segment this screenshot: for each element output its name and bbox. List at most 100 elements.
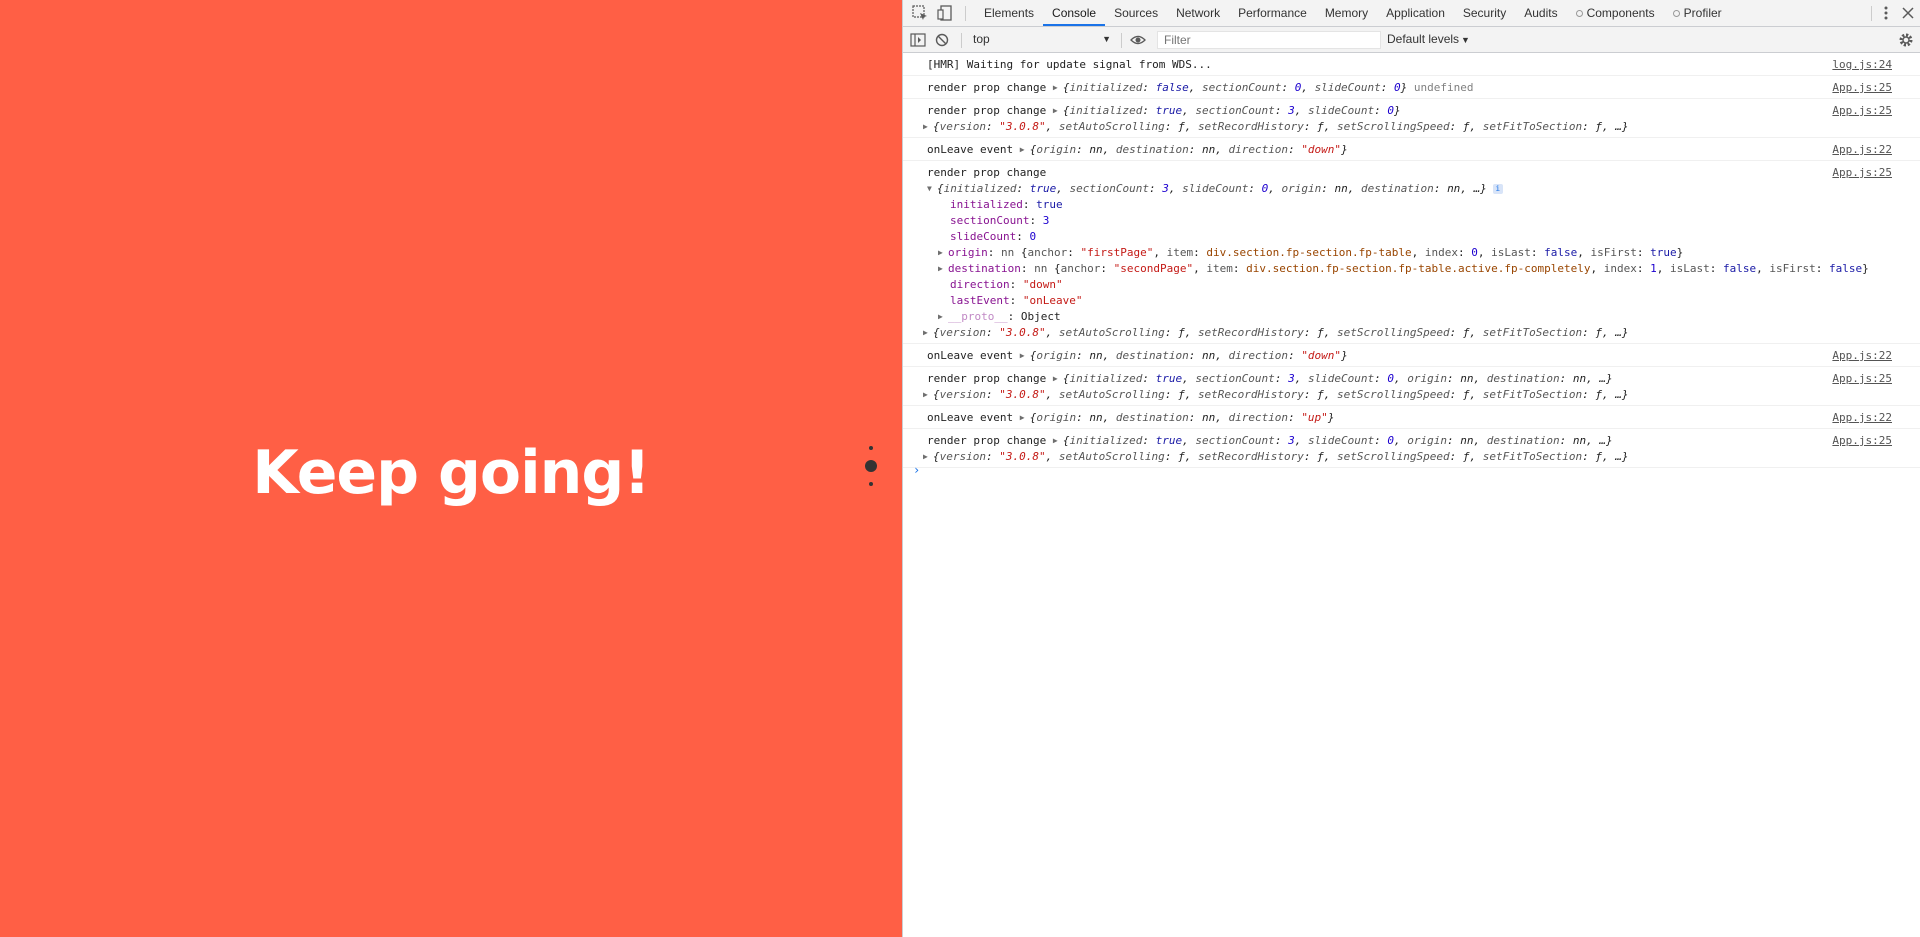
source-link[interactable]: App.js:25	[1832, 165, 1892, 181]
close-icon[interactable]	[1899, 4, 1917, 22]
console-message: onLeave event ▶ {origin: nn, destination:…	[903, 406, 1920, 429]
devtools-tabs: Elements Console Sources Network Perform…	[975, 0, 1731, 26]
caret-down-icon: ▼	[1461, 35, 1470, 45]
message-label: render prop change	[927, 434, 1047, 447]
message-label: render prop change	[927, 104, 1047, 117]
tab-profiler[interactable]: Profiler	[1664, 0, 1731, 26]
devtools-tabbar: Elements Console Sources Network Perform…	[903, 0, 1920, 27]
console-message: render prop change ▶ {initialized: true, …	[903, 99, 1920, 138]
fullpage-nav-dots	[864, 440, 878, 486]
eye-icon[interactable]	[1129, 31, 1147, 49]
property-row: lastEvent: "onLeave"	[950, 294, 1083, 307]
message-label: onLeave event	[927, 143, 1014, 156]
message-label: onLeave event	[927, 411, 1014, 424]
log-levels-dropdown[interactable]: Default levels ▼	[1387, 32, 1470, 46]
property-row-proto[interactable]: ▶ __proto__: Object	[903, 309, 1920, 325]
sidebar-toggle-icon[interactable]	[909, 31, 927, 49]
console-message: render prop change ▶ {initialized: true, …	[903, 429, 1920, 468]
nav-dot-3[interactable]	[869, 482, 873, 486]
device-toolbar-icon[interactable]	[936, 4, 954, 22]
property-row-destination[interactable]: ▶ destination: nn {anchor: "secondPage", …	[903, 261, 1920, 277]
expand-triangle-icon[interactable]: ▶	[923, 119, 933, 135]
console-message: onLeave event ▶ {origin: nn, destination:…	[903, 344, 1920, 367]
log-levels-label: Default levels	[1387, 32, 1460, 46]
message-text: [HMR] Waiting for update signal from WDS…	[927, 58, 1212, 71]
message-label: render prop change	[927, 81, 1047, 94]
fullpage-api-object[interactable]: {version: "3.0.8", setAutoScrolling: ƒ, …	[933, 120, 1628, 133]
object-preview[interactable]: {origin: nn, destination: nn, direction:…	[1030, 349, 1348, 362]
section-headline: Keep going!	[252, 438, 650, 508]
console-message-expanded: render prop change ▼ {initialized: true, …	[903, 161, 1920, 344]
fullpage-api-object[interactable]: {version: "3.0.8", setAutoScrolling: ƒ, …	[933, 388, 1628, 401]
console-toolbar: top ▼ Default levels▼	[903, 27, 1920, 53]
source-link[interactable]: App.js:25	[1832, 371, 1892, 387]
source-link[interactable]: App.js:25	[1832, 103, 1892, 119]
inspect-icon[interactable]	[911, 4, 929, 22]
expand-triangle-icon[interactable]: ▶	[938, 309, 948, 325]
tab-profiler-label: Profiler	[1683, 6, 1722, 20]
message-label: render prop change	[927, 166, 1047, 179]
object-preview[interactable]: {origin: nn, destination: nn, direction:…	[1030, 411, 1335, 424]
object-preview[interactable]: {initialized: false, sectionCount: 0, sl…	[1063, 81, 1407, 94]
clear-console-icon[interactable]	[933, 31, 951, 49]
expand-triangle-icon[interactable]: ▶	[1053, 433, 1063, 449]
object-summary[interactable]: {initialized: true, sectionCount: 3, sli…	[937, 182, 1487, 195]
property-row: slideCount: 0	[950, 230, 1037, 243]
tab-audits[interactable]: Audits	[1515, 0, 1566, 26]
context-value: top	[973, 32, 990, 46]
tab-security[interactable]: Security	[1454, 0, 1515, 26]
tab-sources[interactable]: Sources	[1105, 0, 1167, 26]
nav-dot-2-active[interactable]	[865, 460, 877, 472]
object-preview[interactable]: {initialized: true, sectionCount: 3, sli…	[1063, 372, 1613, 385]
message-label: onLeave event	[927, 349, 1014, 362]
react-icon	[1672, 10, 1680, 17]
expand-triangle-icon[interactable]: ▶	[938, 261, 948, 277]
object-preview[interactable]: {initialized: true, sectionCount: 3, sli…	[1063, 104, 1401, 117]
source-link[interactable]: App.js:22	[1832, 142, 1892, 158]
fullpage-api-object[interactable]: {version: "3.0.8", setAutoScrolling: ƒ, …	[933, 326, 1628, 339]
tab-components-label: Components	[1586, 6, 1655, 20]
collapse-triangle-icon[interactable]: ▼	[927, 181, 937, 197]
property-row-origin[interactable]: ▶ origin: nn {anchor: "firstPage", item: …	[903, 245, 1920, 261]
nav-dot-1[interactable]	[869, 446, 873, 450]
fullpage-section: Keep going!	[0, 0, 902, 937]
tab-network[interactable]: Network	[1167, 0, 1229, 26]
console-message: onLeave event ▶ {origin: nn, destination:…	[903, 138, 1920, 161]
context-select[interactable]: top ▼	[973, 31, 1111, 48]
expand-triangle-icon[interactable]: ▶	[1053, 103, 1063, 119]
expand-triangle-icon[interactable]: ▶	[938, 245, 948, 261]
source-link[interactable]: log.js:24	[1832, 57, 1892, 73]
expand-triangle-icon[interactable]: ▶	[1053, 80, 1063, 96]
message-label: render prop change	[927, 372, 1047, 385]
tab-elements[interactable]: Elements	[975, 0, 1043, 26]
console-message: [HMR] Waiting for update signal from WDS…	[903, 53, 1920, 76]
expand-triangle-icon[interactable]: ▶	[923, 449, 933, 465]
console-prompt-input[interactable]: ›	[913, 463, 920, 477]
settings-gear-icon[interactable]	[1897, 31, 1915, 49]
devtools-panel: Elements Console Sources Network Perform…	[902, 0, 1920, 937]
object-preview[interactable]: {origin: nn, destination: nn, direction:…	[1030, 143, 1348, 156]
tab-console[interactable]: Console	[1043, 0, 1106, 26]
more-menu-icon[interactable]	[1877, 4, 1895, 22]
console-message: render prop change ▶ {initialized: true, …	[903, 367, 1920, 406]
expand-triangle-icon[interactable]: ▶	[923, 325, 933, 341]
expand-triangle-icon[interactable]: ▶	[1020, 348, 1030, 364]
tab-application[interactable]: Application	[1377, 0, 1454, 26]
info-icon[interactable]: i	[1492, 184, 1503, 194]
console-filter-input[interactable]	[1157, 31, 1381, 49]
source-link[interactable]: App.js:22	[1832, 348, 1892, 364]
fullpage-api-object[interactable]: {version: "3.0.8", setAutoScrolling: ƒ, …	[933, 450, 1628, 463]
undefined-value: undefined	[1413, 81, 1474, 94]
source-link[interactable]: App.js:25	[1832, 433, 1892, 449]
expand-triangle-icon[interactable]: ▶	[1053, 371, 1063, 387]
expand-triangle-icon[interactable]: ▶	[1020, 142, 1030, 158]
tab-performance[interactable]: Performance	[1229, 0, 1316, 26]
source-link[interactable]: App.js:22	[1832, 410, 1892, 426]
tab-components[interactable]: Components	[1567, 0, 1664, 26]
source-link[interactable]: App.js:25	[1832, 80, 1892, 96]
tab-memory[interactable]: Memory	[1316, 0, 1377, 26]
expand-triangle-icon[interactable]: ▶	[923, 387, 933, 403]
object-preview[interactable]: {initialized: true, sectionCount: 3, sli…	[1063, 434, 1613, 447]
console-messages: [HMR] Waiting for update signal from WDS…	[903, 53, 1920, 468]
expand-triangle-icon[interactable]: ▶	[1020, 410, 1030, 426]
